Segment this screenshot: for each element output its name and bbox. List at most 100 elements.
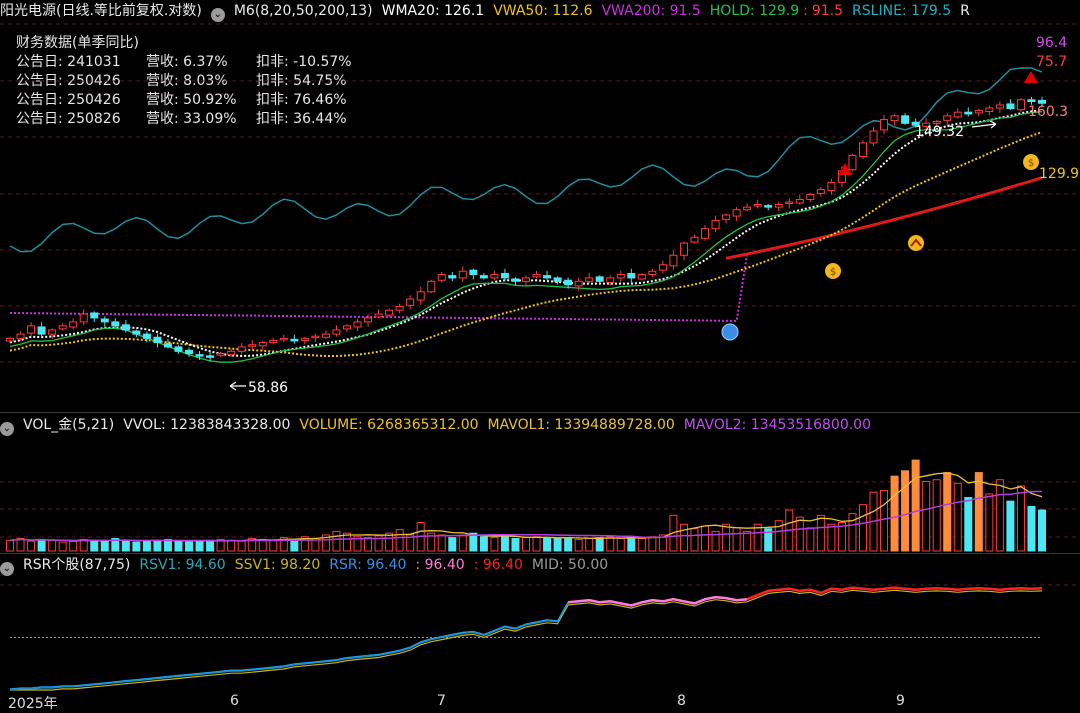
- volume-bar: [174, 540, 183, 552]
- candle-body: [743, 206, 752, 211]
- rsr-red-line: [746, 586, 1043, 601]
- candle-body: [374, 313, 383, 318]
- candle-body: [827, 181, 836, 192]
- volume-bar: [364, 537, 373, 552]
- candle-body: [206, 355, 215, 358]
- volume-bar: [121, 539, 130, 552]
- candle-body: [858, 142, 867, 158]
- candle-body: [774, 204, 783, 208]
- candle-body: [500, 272, 509, 279]
- candle-body: [753, 204, 762, 207]
- candle-body: [574, 280, 583, 287]
- up-chevron-icon: [908, 235, 924, 251]
- volume-bar: [858, 504, 867, 552]
- candle-body: [690, 236, 699, 243]
- candle-body: [974, 109, 983, 114]
- candle-body: [637, 274, 646, 280]
- volume-chart[interactable]: [0, 413, 1080, 553]
- volume-bar: [690, 528, 699, 552]
- volume-bar: [37, 538, 46, 552]
- candle-body: [816, 189, 825, 194]
- volume-bar: [911, 459, 920, 552]
- candle-body: [995, 104, 1004, 109]
- x-label: 8: [677, 693, 686, 709]
- hold-right-label: 129.9: [1039, 166, 1079, 182]
- volume-bar: [511, 538, 520, 552]
- ssv1-line: [10, 589, 1043, 691]
- volume-bar: [479, 536, 488, 552]
- volume-bar: [880, 489, 889, 552]
- volume-bar: [627, 537, 636, 552]
- volume-bar: [922, 481, 931, 552]
- candle-body: [1027, 99, 1036, 102]
- volume-bar: [637, 538, 646, 552]
- candle-body: [595, 276, 604, 282]
- candle-body: [479, 275, 488, 279]
- candle-body: [16, 333, 25, 339]
- rsr-chart[interactable]: [0, 553, 1080, 713]
- candle-body: [553, 277, 562, 282]
- vwa200-tail: [725, 176, 1043, 260]
- candle-body: [732, 209, 741, 217]
- sell-triangle-icon: [1024, 71, 1038, 83]
- candle-body: [258, 342, 267, 347]
- candle-body: [216, 353, 225, 356]
- hold-line: [9, 111, 1043, 363]
- candle-body: [985, 107, 994, 112]
- volume-bar: [532, 536, 541, 552]
- volume-bar: [585, 538, 594, 552]
- rsline-line: [9, 67, 1043, 253]
- volume-bar: [16, 538, 25, 552]
- volume-bar: [227, 539, 236, 552]
- candle-body: [195, 354, 204, 357]
- x-label: 9: [896, 693, 905, 709]
- price-mark-label: 149.32: [915, 124, 964, 140]
- candle-body: [48, 329, 57, 335]
- candle-body: [121, 324, 130, 331]
- candle-body: [269, 339, 278, 344]
- candle-body: [163, 343, 172, 348]
- candle-body: [37, 326, 46, 335]
- candle-body: [342, 325, 351, 330]
- low-arrow: [229, 381, 246, 391]
- candle-body: [290, 338, 299, 342]
- candle-body: [332, 329, 341, 335]
- x-label: 6: [230, 693, 239, 709]
- volume-bar: [743, 530, 752, 552]
- candle-body: [848, 154, 857, 171]
- candle-body: [785, 201, 794, 204]
- candle-body: [901, 115, 910, 124]
- candle-body: [448, 275, 457, 279]
- volume-bar: [132, 541, 141, 552]
- candle-body: [437, 274, 446, 281]
- candle-body: [543, 275, 552, 279]
- candle-body: [79, 313, 88, 323]
- volume-bar: [795, 516, 804, 552]
- candle-body: [364, 317, 373, 323]
- volume-bar: [574, 538, 583, 552]
- rs-top-label-1: 96.4: [1036, 35, 1067, 51]
- volume-bar: [964, 497, 973, 552]
- candle-body: [806, 193, 815, 200]
- volume-bar: [1006, 500, 1015, 552]
- volume-bar: [332, 530, 341, 552]
- volume-bar: [58, 541, 67, 552]
- candle-body: [764, 205, 773, 208]
- candle-body: [880, 119, 889, 131]
- volume-bar: [943, 472, 952, 552]
- volume-bar: [206, 539, 215, 552]
- volume-bar: [806, 527, 815, 552]
- candle-body: [648, 270, 657, 276]
- candle-body: [964, 111, 973, 115]
- volume-bar: [901, 470, 910, 552]
- volume-bar: [616, 538, 625, 552]
- price-chart[interactable]: $ $ 96.4 75.7 160.3 149.32 58.86 129.9: [0, 0, 1080, 412]
- candle-body: [490, 274, 499, 279]
- volume-bar: [564, 537, 573, 552]
- candle-body: [427, 280, 436, 293]
- volume-bar: [932, 479, 941, 552]
- candle-body: [522, 277, 530, 282]
- volume-bar: [195, 540, 204, 552]
- volume-bar: [185, 541, 194, 552]
- candle-body: [185, 349, 194, 355]
